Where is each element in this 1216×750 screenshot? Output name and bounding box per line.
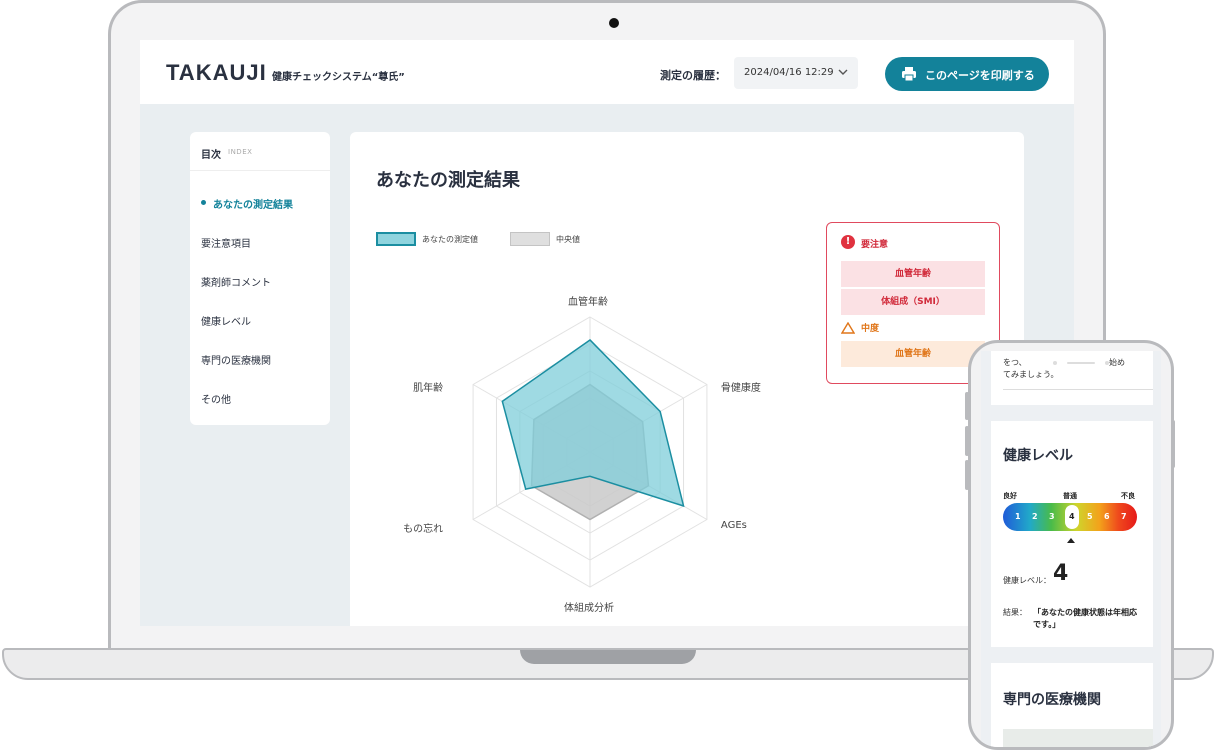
health-level-title: 健康レベル bbox=[1003, 448, 1073, 464]
page-title: あなたの測定結果 bbox=[376, 170, 520, 191]
index-item-other[interactable]: その他 bbox=[201, 391, 231, 406]
results-card: あなたの測定結果 あなたの測定値 中央値 血管年齢骨健康度 AGEs 体組成分析 もの… bbox=[350, 132, 1024, 626]
clinic-map[interactable] bbox=[1003, 729, 1153, 747]
laptop-camera bbox=[609, 18, 619, 28]
legend-swatch-median bbox=[510, 232, 550, 246]
result-label: 結果： bbox=[1003, 608, 1027, 617]
index-item-label: 健康レベル bbox=[201, 317, 251, 328]
brand-subtitle: 健康チェックシステム“尊氏” bbox=[272, 72, 405, 83]
result-value: 「あなたの健康状態は年相応です。」 bbox=[1033, 608, 1137, 629]
divider bbox=[1003, 389, 1153, 390]
chevron-down-icon bbox=[838, 65, 848, 82]
moderate-item: 血管年齢 bbox=[841, 341, 985, 367]
legend-label-median: 中央値 bbox=[556, 235, 580, 244]
phone: をつ、 始め てみましょう。 健康レベル 良好 普通 不良 1 2 3 4 5 … bbox=[968, 340, 1174, 750]
moderate-label: 中度 bbox=[861, 324, 880, 334]
index-item-results[interactable]: あなたの測定結果 bbox=[201, 196, 293, 211]
phone-comment-card: をつ、 始め てみましょう。 bbox=[991, 351, 1153, 405]
radar-chart bbox=[472, 316, 708, 588]
app-header: TAKAUJI 健康チェックシステム“尊氏” 測定の履歴： 2024/04/16… bbox=[140, 40, 1074, 104]
laptop-screen: TAKAUJI 健康チェックシステム“尊氏” 測定の履歴： 2024/04/16… bbox=[140, 40, 1074, 626]
index-item-attention[interactable]: 要注意項目 bbox=[201, 235, 251, 250]
index-item-label: その他 bbox=[201, 395, 231, 406]
phone-screen: をつ、 始め てみましょう。 健康レベル 良好 普通 不良 1 2 3 4 5 … bbox=[981, 351, 1161, 747]
scale-label-normal: 普通 bbox=[1063, 492, 1077, 500]
brand-logo[interactable]: TAKAUJI bbox=[166, 60, 267, 86]
scale-number: 7 bbox=[1121, 512, 1127, 521]
history-select[interactable]: 2024/04/16 12:29 bbox=[734, 57, 858, 89]
index-item-label: 薬剤師コメント bbox=[201, 278, 271, 289]
printer-icon bbox=[901, 66, 917, 86]
index-item-label: あなたの測定結果 bbox=[213, 200, 293, 211]
warning-label: 要注意 bbox=[861, 240, 889, 250]
scale-number: 5 bbox=[1087, 512, 1093, 521]
warning-item: 血管年齢 bbox=[841, 261, 985, 287]
index-item-pharmacist[interactable]: 薬剤師コメント bbox=[201, 274, 271, 289]
divider bbox=[190, 170, 330, 171]
scale-number: 1 bbox=[1015, 512, 1021, 521]
index-title: 目次 bbox=[201, 150, 221, 161]
radar-axis-label: 肌年齢 bbox=[413, 382, 444, 394]
warning-item: 体組成（SMI） bbox=[841, 289, 985, 315]
legend-swatch-you bbox=[376, 232, 416, 246]
scale-number: 6 bbox=[1104, 512, 1110, 521]
scale-number-selected: 4 bbox=[1069, 512, 1075, 521]
scale-pointer-icon bbox=[1067, 538, 1075, 543]
print-page-button[interactable]: このページを印刷する bbox=[885, 57, 1049, 91]
health-level-scale: 1 2 3 4 5 6 7 bbox=[1003, 503, 1137, 531]
print-button-label: このページを印刷する bbox=[925, 69, 1035, 82]
history-value: 2024/04/16 12:29 bbox=[744, 67, 834, 78]
index-panel: 目次 INDEX あなたの測定結果 要注意項目 薬剤師コメント 健康レベル 専門… bbox=[190, 132, 330, 425]
legend-label-you: あなたの測定値 bbox=[422, 235, 478, 244]
level-label: 健康レベル： bbox=[1003, 576, 1051, 585]
phone-notch bbox=[1053, 361, 1109, 365]
radar-axis-label: AGEs bbox=[720, 519, 747, 531]
phone-health-level-card: 健康レベル 良好 普通 不良 1 2 3 4 5 6 7 健康レベル： 4 結果… bbox=[991, 421, 1153, 647]
exclamation-icon: ! bbox=[841, 235, 855, 249]
radar-axis-label: 血管年齢 bbox=[568, 297, 608, 308]
index-item-label: 要注意項目 bbox=[201, 239, 251, 250]
level-value: 4 bbox=[1053, 561, 1069, 586]
clinic-title: 専門の医療機関 bbox=[1003, 692, 1101, 708]
index-item-health-level[interactable]: 健康レベル bbox=[201, 313, 251, 328]
index-item-clinics[interactable]: 専門の医療機関 bbox=[201, 352, 271, 367]
laptop-notch bbox=[520, 650, 696, 664]
scale-number: 2 bbox=[1032, 512, 1038, 521]
history-label: 測定の履歴： bbox=[660, 69, 726, 82]
scale-number: 3 bbox=[1049, 512, 1055, 521]
index-item-label: 専門の医療機関 bbox=[201, 356, 271, 367]
scale-label-bad: 不良 bbox=[1121, 492, 1135, 500]
radar-axis-label: もの忘れ bbox=[403, 523, 444, 535]
phone-clinic-card: 専門の医療機関 bbox=[991, 663, 1153, 747]
radar-axis-label: 骨健康度 bbox=[720, 382, 761, 394]
warning-triangle-icon bbox=[840, 319, 856, 338]
index-subtitle: INDEX bbox=[228, 148, 253, 156]
radar-axis-label: 体組成分析 bbox=[564, 603, 614, 614]
scale-label-good: 良好 bbox=[1003, 492, 1017, 500]
